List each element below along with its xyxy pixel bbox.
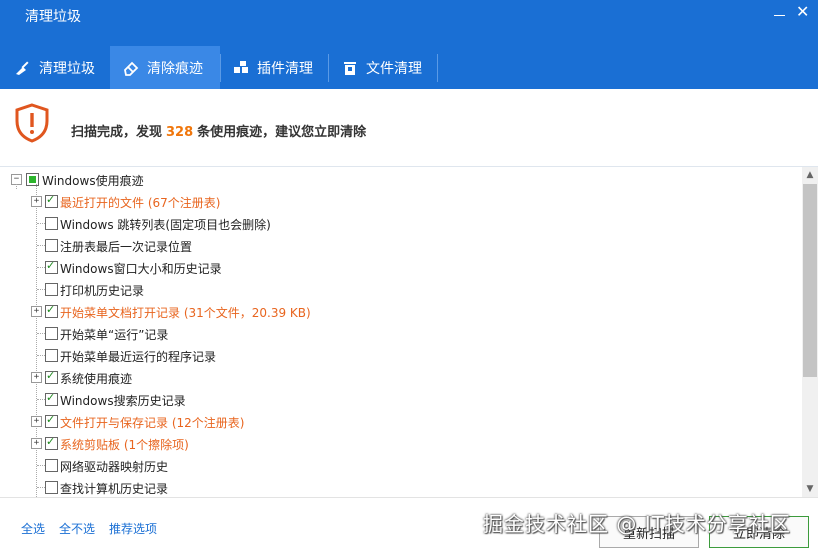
tree-item[interactable]: Windows 跳转列表(固定项目也会删除): [0, 212, 700, 234]
tree-item-label: Windows搜索历史记录: [60, 394, 186, 408]
trace-count: 328: [166, 125, 194, 140]
scrollbar-thumb[interactable]: [803, 184, 817, 377]
tree-item-label: 开始菜单最近运行的程序记录: [60, 350, 217, 364]
tree-checkbox[interactable]: [45, 303, 58, 318]
tree-item[interactable]: + 文件打开与保存记录 (12个注册表): [0, 410, 700, 432]
tree-checkbox[interactable]: [45, 239, 58, 252]
tree-connector: [37, 289, 45, 290]
tree-item[interactable]: + 开始菜单文档打开记录 (31个文件，20.39 KB): [0, 300, 700, 322]
tree-checkbox[interactable]: [45, 349, 58, 362]
tree-checkbox[interactable]: [45, 369, 58, 384]
recommended-link[interactable]: 推荐选项: [109, 520, 157, 537]
tree-item[interactable]: 查找计算机历史记录: [0, 476, 700, 497]
tab-divider: [437, 54, 438, 82]
eraser-icon: [122, 59, 140, 77]
expand-icon[interactable]: +: [31, 438, 42, 449]
tree-checkbox[interactable]: [45, 435, 58, 450]
tree-item-label: 注册表最后一次记录位置: [60, 240, 193, 254]
vertical-scrollbar[interactable]: ▲ ▼: [802, 167, 818, 497]
warning-shield-icon: [15, 103, 49, 143]
expand-icon[interactable]: +: [31, 372, 42, 383]
tab-label: 清理垃圾: [39, 60, 95, 77]
tree-item[interactable]: + 最近打开的文件 (67个注册表): [0, 190, 700, 212]
tree-checkbox[interactable]: [45, 391, 58, 406]
tree-connector: [37, 333, 45, 334]
scroll-down-arrow-icon[interactable]: ▼: [802, 481, 818, 497]
title-bar: 清理垃圾 ✕: [0, 0, 818, 46]
tree-connector: [37, 487, 45, 488]
scan-result-text: 扫描完成，发现 328 条使用痕迹，建议您立即清除: [71, 121, 366, 140]
broom-icon: [14, 59, 32, 77]
tree-item-label: Windows 跳转列表(固定项目也会删除): [60, 218, 271, 232]
tree-item[interactable]: + 系统使用痕迹: [0, 366, 700, 388]
tab-label: 文件清理: [366, 60, 422, 77]
tree-connector: [37, 399, 45, 400]
tab-label: 插件清理: [257, 60, 313, 77]
tree-checkbox[interactable]: [45, 283, 58, 296]
traces-tree: − Windows使用痕迹 + 最近打开的文件 (67个注册表) Windows 跳…: [0, 167, 802, 497]
close-icon[interactable]: ✕: [796, 4, 809, 20]
tree-checkbox[interactable]: [45, 413, 58, 428]
tree-item-label: 打印机历史记录: [60, 284, 145, 298]
tree-root-label: Windows使用痕迹: [42, 174, 144, 188]
scan-result-banner: 扫描完成，发现 328 条使用痕迹，建议您立即清除: [0, 89, 818, 167]
tree-connector: [37, 267, 45, 268]
tree-item-label: Windows窗口大小和历史记录: [60, 262, 222, 276]
tab-clear-traces[interactable]: 清除痕迹: [110, 46, 220, 89]
select-all-link[interactable]: 全选: [21, 520, 45, 537]
tree-item-label: 系统使用痕迹: [60, 372, 133, 386]
tab-clean-junk[interactable]: 清理垃圾: [14, 46, 110, 89]
scan-result-suffix: 条使用痕迹，建议您立即清除: [197, 125, 367, 140]
tree-connector: [37, 465, 45, 466]
tree-item[interactable]: Windows窗口大小和历史记录: [0, 256, 700, 278]
tree-item-label: 最近打开的文件 (67个注册表): [60, 196, 221, 210]
tree-item[interactable]: 开始菜单最近运行的程序记录: [0, 344, 700, 366]
tree-connector: [37, 223, 45, 224]
tree-root[interactable]: − Windows使用痕迹: [0, 168, 700, 190]
tree-checkbox[interactable]: [45, 459, 58, 472]
tab-divider: [220, 54, 221, 82]
tree-connector: [16, 184, 17, 189]
tab-file-clean[interactable]: 文件清理: [341, 46, 437, 89]
tree-item-label: 文件打开与保存记录 (12个注册表): [60, 416, 245, 430]
tree-item[interactable]: + 系统剪贴板 (1个擦除项): [0, 432, 700, 454]
tree-checkbox[interactable]: [45, 193, 58, 208]
puzzle-icon: [232, 59, 250, 77]
tree-checkbox[interactable]: [45, 481, 58, 494]
tree-checkbox[interactable]: [45, 327, 58, 340]
tree-item[interactable]: 注册表最后一次记录位置: [0, 234, 700, 256]
watermark: 掘金技术社区 @ IT技术分享社区: [483, 512, 791, 536]
tree-item[interactable]: Windows搜索历史记录: [0, 388, 700, 410]
expand-icon[interactable]: +: [31, 306, 42, 317]
scan-result-prefix: 扫描完成，发现: [71, 125, 163, 140]
expand-icon[interactable]: +: [31, 416, 42, 427]
select-none-link[interactable]: 全不选: [59, 520, 95, 537]
tree-item-label: 网络驱动器映射历史: [60, 460, 169, 474]
minimize-icon[interactable]: [774, 6, 786, 20]
tab-bar: 清理垃圾 清除痕迹 插件清理 文件清理: [0, 46, 818, 89]
tree-connector: [37, 355, 45, 356]
tree-item[interactable]: 开始菜单“运行”记录: [0, 322, 700, 344]
tree-item-label: 开始菜单文档打开记录 (31个文件，20.39 KB): [60, 306, 311, 320]
tree-checkbox[interactable]: [26, 173, 39, 186]
tree-checkbox[interactable]: [45, 259, 58, 274]
expand-icon[interactable]: +: [31, 196, 42, 207]
tree-item[interactable]: 网络驱动器映射历史: [0, 454, 700, 476]
tree-item-label: 查找计算机历史记录: [60, 482, 169, 496]
tree-checkbox[interactable]: [45, 217, 58, 230]
tab-plugin-clean[interactable]: 插件清理: [232, 46, 328, 89]
tree-item-label: 开始菜单“运行”记录: [60, 328, 169, 342]
tree-item-label: 系统剪贴板 (1个擦除项): [60, 438, 189, 452]
window-title: 清理垃圾: [25, 9, 81, 25]
tab-label: 清除痕迹: [147, 60, 203, 77]
trash-icon: [341, 59, 359, 77]
tree-connector: [37, 245, 45, 246]
scroll-up-arrow-icon[interactable]: ▲: [802, 167, 818, 183]
tab-divider: [328, 54, 329, 82]
tree-item[interactable]: 打印机历史记录: [0, 278, 700, 300]
